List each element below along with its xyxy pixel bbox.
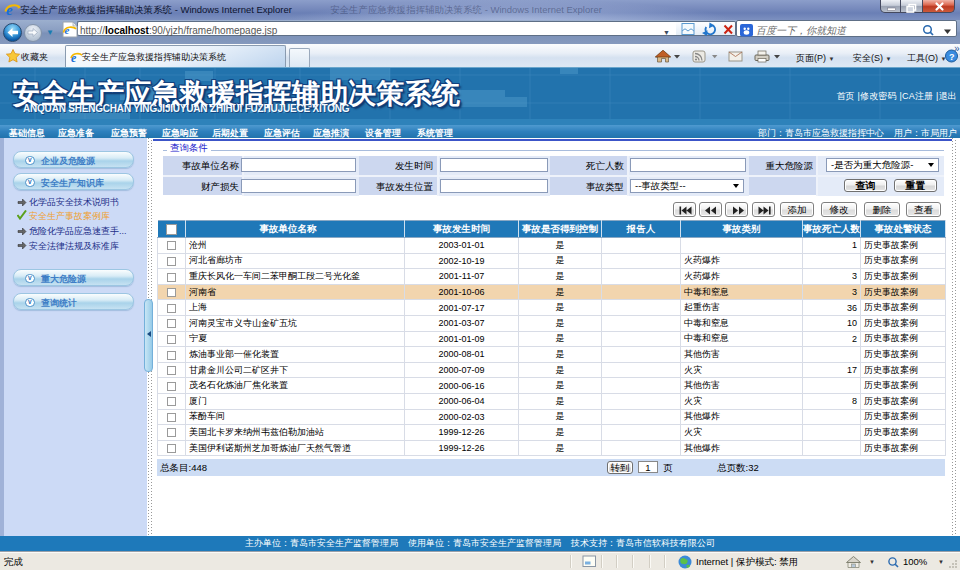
- svg-text:e: e: [6, 2, 13, 18]
